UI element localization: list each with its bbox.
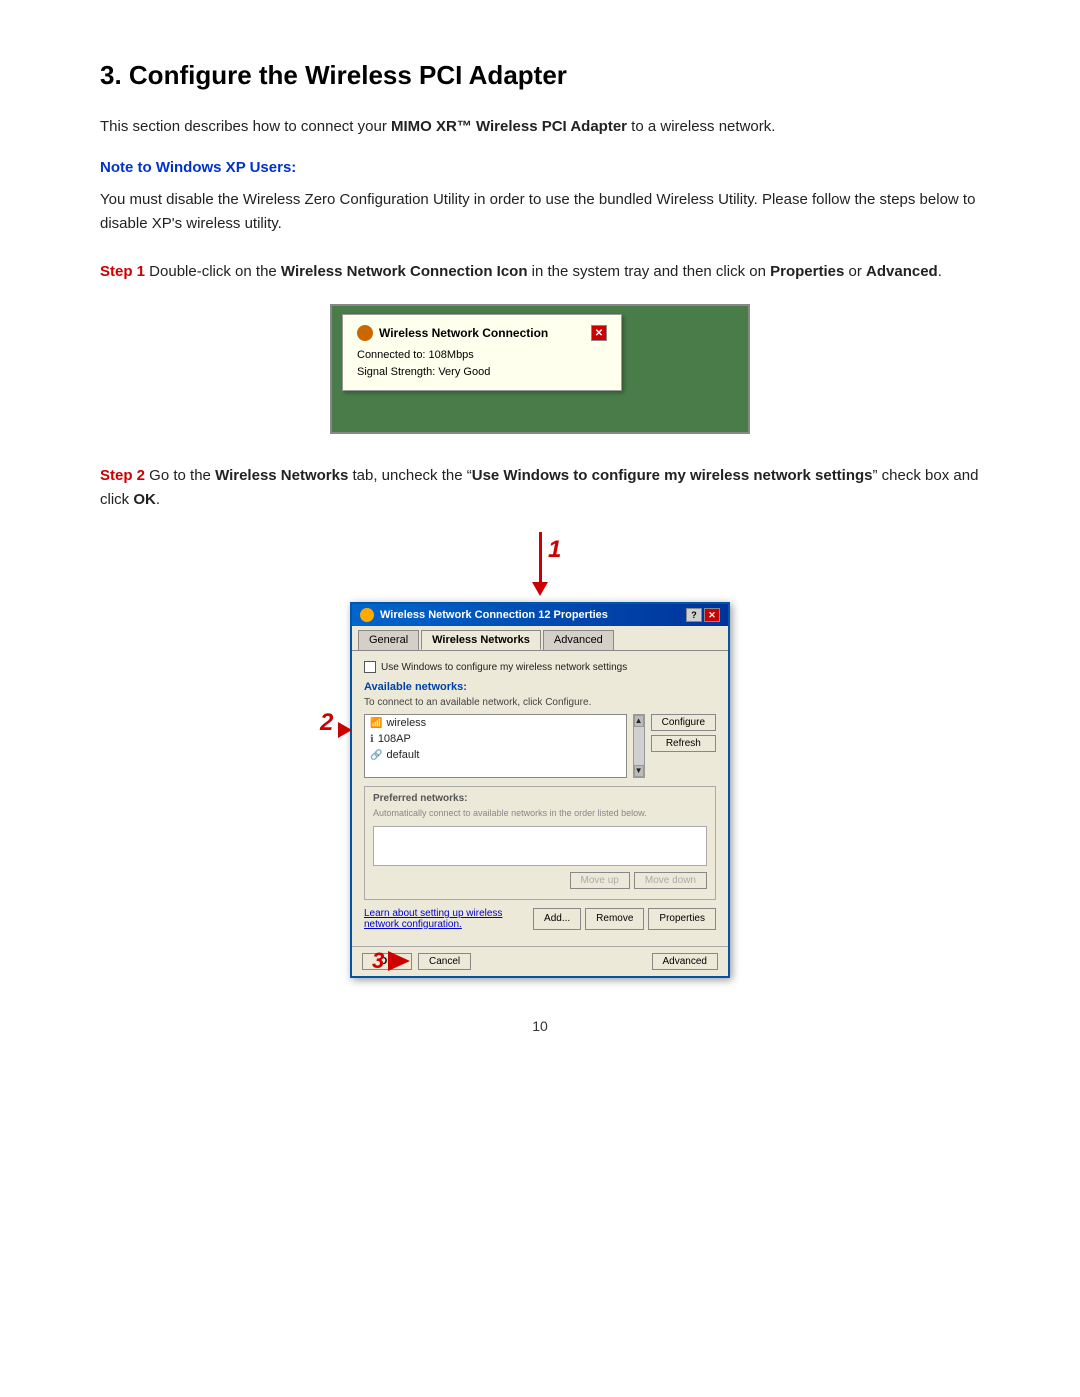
note-heading: Note to Windows XP Users: [100, 159, 980, 176]
network-name-wireless: wireless [386, 717, 426, 729]
info-icon-108ap: ℹ [370, 734, 374, 745]
badge-2: 2 [320, 709, 333, 737]
tooltip-title: Wireless Network Connection [379, 326, 548, 340]
page-number: 10 [100, 1018, 980, 1034]
step1-text-or: or [844, 263, 866, 280]
network-item-wireless: 📶 wireless [365, 715, 626, 731]
advanced-bottom-button[interactable]: Advanced [652, 953, 718, 970]
arrow1-head [532, 582, 548, 596]
properties-dialog: 2 Wireless Network Connection 12 Propert… [350, 602, 730, 978]
dialog-close-btn[interactable]: ✕ [704, 608, 720, 622]
step2-bold2: Use Windows to configure my wireless net… [472, 467, 873, 484]
intro-paragraph: This section describes how to connect yo… [100, 115, 980, 139]
tooltip-popup: Wireless Network Connection ✕ Connected … [342, 314, 622, 391]
step1-bold2: Properties [770, 263, 844, 280]
network-item-default: 🔗 default [365, 747, 626, 763]
tab-wireless-networks[interactable]: Wireless Networks [421, 630, 541, 650]
arrow1-line [539, 532, 542, 582]
step2-label: Step 2 [100, 467, 145, 484]
step1-bold1: Wireless Network Connection Icon [281, 263, 528, 280]
tooltip-connected: Connected to: 108Mbps [357, 347, 607, 364]
bottom-actions: Learn about setting up wireless network … [364, 908, 716, 930]
intro-text-before: This section describes how to connect yo… [100, 118, 391, 135]
dialog-help-btn[interactable]: ? [686, 608, 702, 622]
configure-checkbox[interactable] [364, 661, 376, 673]
move-up-button[interactable]: Move up [570, 872, 630, 889]
preferred-buttons-row: Move up Move down [373, 872, 707, 889]
note-body: You must disable the Wireless Zero Confi… [100, 188, 980, 236]
preferred-section: Preferred networks: Automatically connec… [364, 786, 716, 900]
available-section-desc: To connect to an available network, clic… [364, 697, 716, 708]
network-item-108ap: ℹ 108AP [365, 731, 626, 747]
scrollbar: ▲ ▼ [633, 714, 645, 778]
step1-screenshot: Wireless Network Connection ✕ Connected … [100, 304, 980, 434]
tooltip-close-icon: ✕ [591, 325, 607, 341]
preferred-title: Preferred networks: [373, 793, 707, 804]
step1-bold3: Advanced [866, 263, 938, 280]
learn-link-area: Learn about setting up wireless network … [364, 908, 533, 930]
networks-listbox[interactable]: 📶 wireless ℹ 108AP 🔗 default [364, 714, 627, 778]
badge-3: 3 [372, 948, 384, 974]
move-down-button[interactable]: Move down [634, 872, 707, 889]
step2-text-before: Go to the [145, 467, 215, 484]
dialog-tabs: General Wireless Networks Advanced [352, 626, 728, 651]
step2-screenshot-wrapper: 1 2 Wireless Network Connection 12 Prope… [100, 532, 980, 978]
checkbox-label: Use Windows to configure my wireless net… [381, 662, 627, 673]
step2-bold3: OK [133, 491, 156, 508]
tab-general[interactable]: General [358, 630, 419, 650]
networks-buttons: Configure Refresh [651, 714, 716, 778]
dialog-footer: 3 OK Cancel Advanced [352, 946, 728, 976]
checkbox-row: Use Windows to configure my wireless net… [364, 661, 716, 673]
preferred-listbox[interactable] [373, 826, 707, 866]
bottom-buttons: Add... Remove Properties [533, 908, 716, 930]
configure-button[interactable]: Configure [651, 714, 716, 731]
refresh-button[interactable]: Refresh [651, 735, 716, 752]
badge-1: 1 [548, 536, 561, 564]
properties-button[interactable]: Properties [648, 908, 716, 930]
learn-link[interactable]: Learn about setting up wireless network … [364, 908, 502, 930]
step1-text-end: . [938, 263, 942, 280]
step2-bold1: Wireless Networks [215, 467, 348, 484]
remove-button[interactable]: Remove [585, 908, 644, 930]
network-name-108ap: 108AP [378, 733, 411, 745]
intro-bold: MIMO XR™ Wireless PCI Adapter [391, 118, 627, 135]
arrow2-head [338, 722, 352, 738]
step2-text-middle: tab, uncheck the “ [348, 467, 471, 484]
annotation3-group: 3 [372, 948, 410, 974]
wifi2-icon-default: 🔗 [370, 750, 382, 761]
step2-text-final: . [156, 491, 160, 508]
step1-label: Step 1 [100, 263, 145, 280]
step2-paragraph: Step 2 Go to the Wireless Networks tab, … [100, 464, 980, 512]
available-section-label: Available networks: [364, 681, 716, 693]
dialog-title-text: Wireless Network Connection 12 Propertie… [380, 609, 608, 621]
cancel-button[interactable]: Cancel [418, 953, 471, 970]
wifi-icon [357, 325, 373, 341]
dialog-body: Use Windows to configure my wireless net… [352, 651, 728, 946]
arrow3-head [388, 951, 410, 971]
tooltip-signal: Signal Strength: Very Good [357, 364, 607, 381]
networks-list-area: 📶 wireless ℹ 108AP 🔗 default ▲ ▼ [364, 714, 716, 778]
step1-text-middle: in the system tray and then click on [528, 263, 771, 280]
add-button[interactable]: Add... [533, 908, 581, 930]
dialog-title-icon [360, 608, 374, 622]
page-title: 3. Configure the Wireless PCI Adapter [100, 60, 980, 91]
step1-paragraph: Step 1 Double-click on the Wireless Netw… [100, 260, 980, 284]
network-name-default: default [386, 749, 419, 761]
dialog-titlebar: Wireless Network Connection 12 Propertie… [352, 604, 728, 626]
step1-text-before: Double-click on the [145, 263, 281, 280]
intro-text-after: to a wireless network. [627, 118, 775, 135]
wifi-icon-wireless: 📶 [370, 718, 382, 729]
tab-advanced[interactable]: Advanced [543, 630, 614, 650]
preferred-desc: Automatically connect to available netwo… [373, 807, 707, 820]
